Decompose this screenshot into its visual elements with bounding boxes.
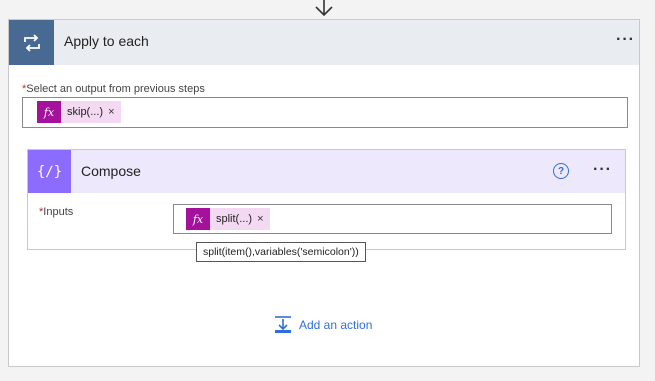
token-label: skip(...): [67, 106, 104, 118]
apply-to-each-header[interactable]: Apply to each ···: [9, 20, 639, 65]
compose-icon: {∕}: [28, 150, 71, 193]
fx-icon: fx: [37, 101, 61, 123]
compose-card: {∕} Compose ? ··· *Inputs fx split(...) …: [27, 149, 626, 250]
more-options-icon[interactable]: ···: [593, 162, 612, 178]
compose-header[interactable]: {∕} Compose ? ···: [28, 150, 625, 193]
output-field-label: *Select an output from previous steps: [22, 83, 205, 95]
output-input[interactable]: fx skip(...) ×: [22, 97, 628, 128]
inputs-label-text: Inputs: [43, 206, 74, 218]
token-label: split(...): [216, 213, 253, 225]
close-icon[interactable]: ×: [257, 213, 269, 225]
skip-token[interactable]: fx skip(...) ×: [37, 101, 121, 123]
expression-tooltip: split(item(),variables('semicolon')): [196, 242, 366, 262]
arrow-down-icon: [315, 0, 333, 17]
output-label-text: Select an output from previous steps: [26, 83, 205, 95]
more-options-icon[interactable]: ···: [616, 32, 635, 48]
close-icon[interactable]: ×: [108, 106, 120, 118]
loop-icon: [9, 20, 54, 65]
add-action-icon: [275, 316, 291, 333]
inputs-field-label: *Inputs: [39, 206, 73, 218]
apply-to-each-title: Apply to each: [64, 33, 149, 49]
split-token[interactable]: fx split(...) ×: [186, 208, 270, 230]
compose-title: Compose: [81, 163, 141, 179]
inputs-input[interactable]: fx split(...) ×: [173, 204, 612, 234]
add-action-button[interactable]: Add an action: [273, 315, 372, 335]
help-icon[interactable]: ?: [553, 163, 569, 179]
add-action-label: Add an action: [299, 318, 373, 332]
fx-icon: fx: [186, 208, 210, 230]
